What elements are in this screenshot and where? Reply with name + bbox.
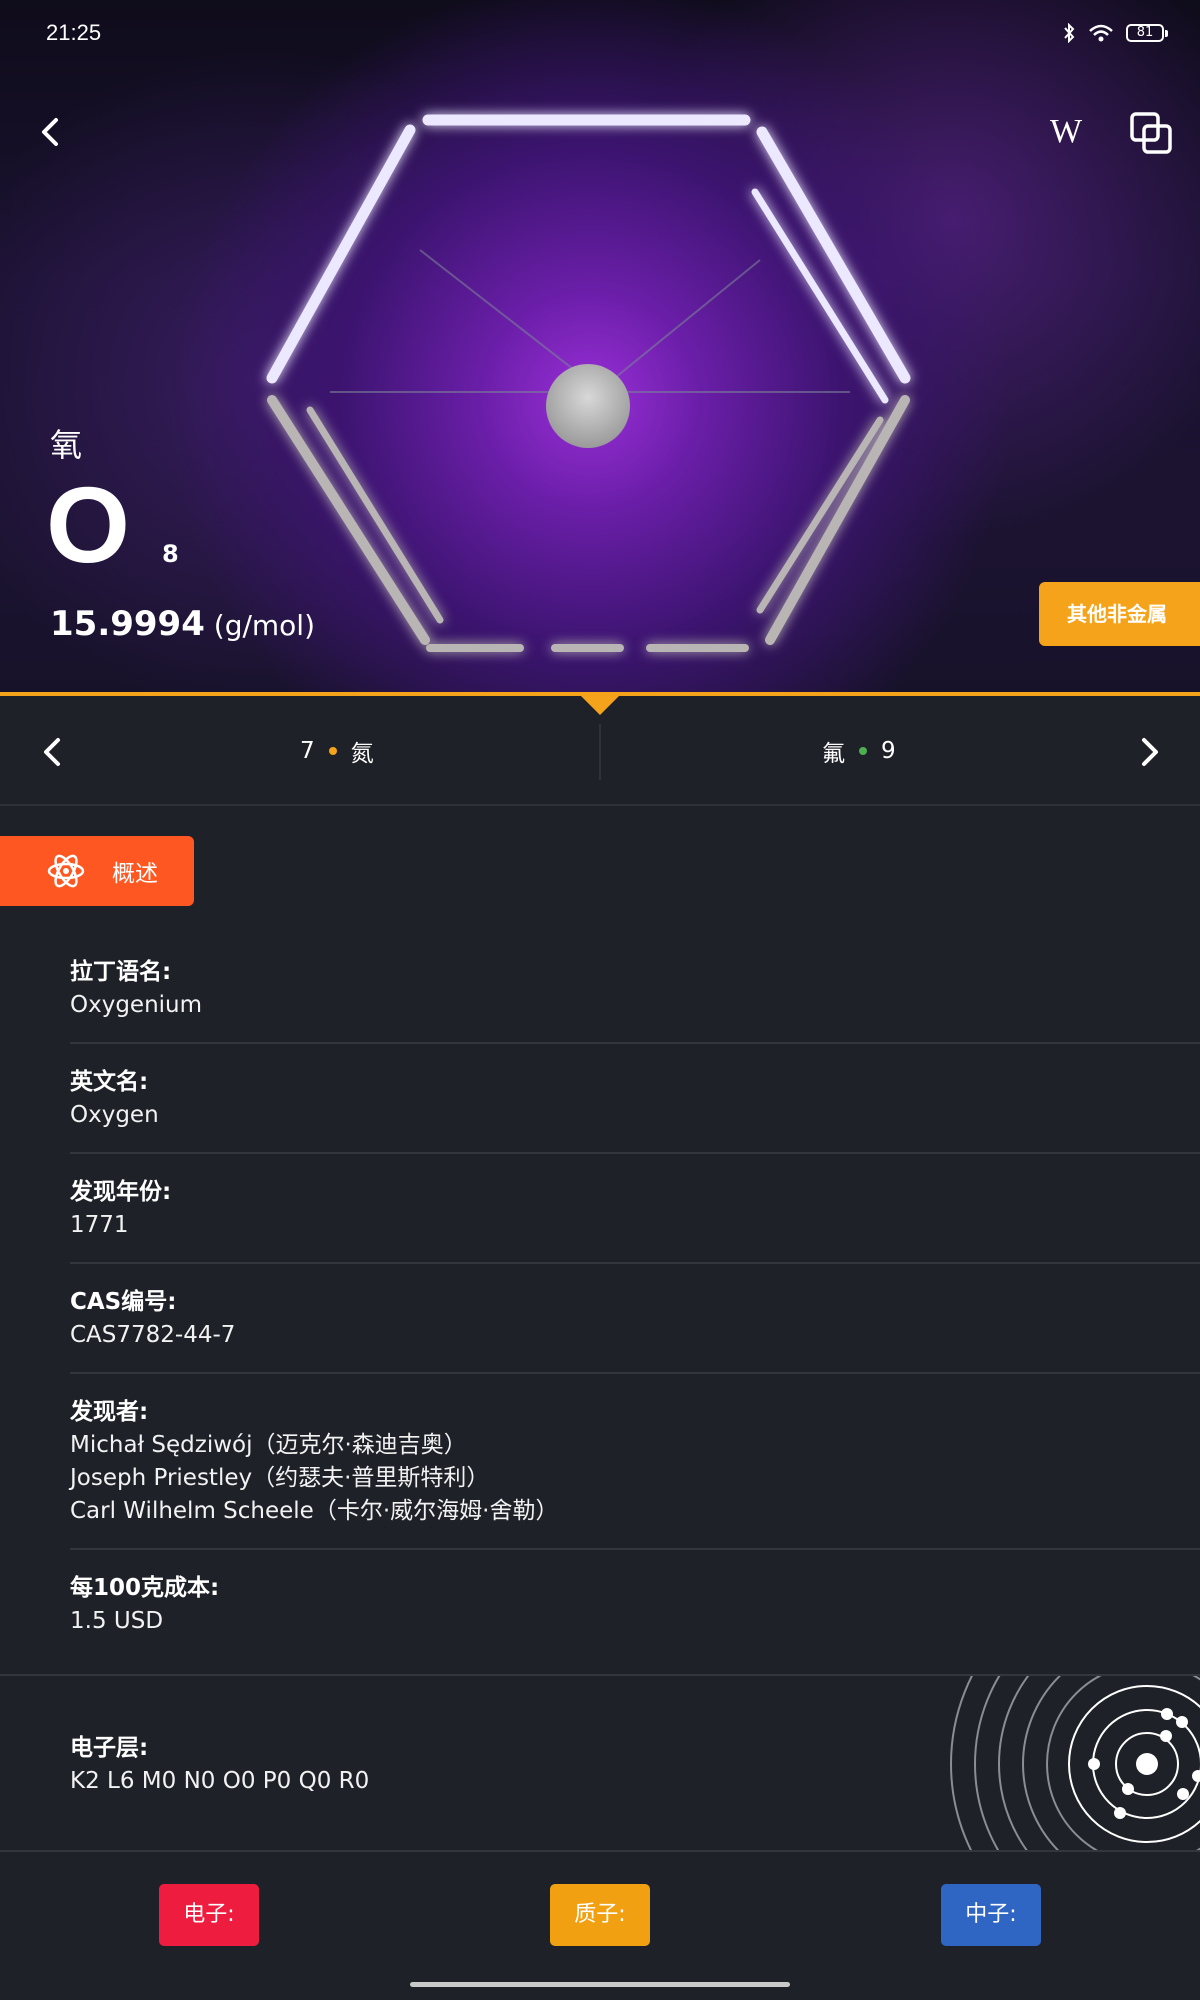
info-value: 1.5 USD: [70, 1608, 164, 1634]
info-label: 英文名:: [70, 1069, 149, 1095]
electron-shells: 电子层: K2 L6 M0 N0 O0 P0 Q0 R0: [0, 1674, 1200, 1852]
home-indicator[interactable]: [410, 1982, 790, 1987]
info-label: 发现者:: [70, 1399, 149, 1425]
info-value: Joseph Priestley（约瑟夫·普里斯特利）: [70, 1465, 490, 1491]
info-discovery-year: 发现年份: 1771: [70, 1176, 1200, 1264]
category-badge[interactable]: 其他非金属: [1039, 582, 1200, 646]
bluetooth-icon: [1064, 23, 1075, 43]
info-english-name: 英文名: Oxygen: [70, 1066, 1200, 1154]
prev-element[interactable]: 7 氮: [300, 734, 374, 768]
battery-icon: 81: [1126, 24, 1168, 42]
electron-shells-text: 电子层: K2 L6 M0 N0 O0 P0 Q0 R0: [70, 1732, 369, 1798]
info-label: 拉丁语名:: [70, 959, 172, 985]
neutron-button[interactable]: 中子:: [941, 1884, 1041, 1946]
electron-button[interactable]: 电子:: [159, 1884, 259, 1946]
info-value: CAS7782-44-7: [70, 1322, 236, 1348]
prev-element-number: 7: [300, 738, 315, 764]
wikipedia-button[interactable]: W: [1044, 110, 1088, 154]
atomic-mass-unit: (g/mol): [213, 609, 316, 642]
wifi-icon: [1089, 24, 1113, 42]
next-element-number: 9: [881, 738, 896, 764]
info-value: Carl Wilhelm Scheele（卡尔·威尔海姆·舍勒）: [70, 1498, 559, 1524]
info-cas-number: CAS编号: CAS7782-44-7: [70, 1286, 1200, 1374]
hexagon-illustration: [266, 114, 911, 652]
info-label: CAS编号:: [70, 1289, 177, 1315]
nav-divider: [599, 724, 601, 780]
element-name: 氧: [50, 426, 83, 464]
atomic-number: 8: [162, 540, 179, 568]
next-element-arrow-icon[interactable]: [1134, 732, 1166, 772]
next-element-name: 氟: [822, 741, 845, 767]
prev-element-name: 氮: [350, 741, 374, 767]
atom-icon: [47, 854, 85, 888]
element-symbol: O: [46, 464, 131, 585]
info-value: K2 L6 M0 N0 O0 P0 Q0 R0: [70, 1768, 370, 1794]
next-element-dot: [859, 747, 867, 755]
info-value: 1771: [70, 1212, 129, 1238]
element-hero: 21:25 81 W 氧 O 8 15.9994 (g/mol) 其他非金属: [0, 0, 1200, 694]
status-bar: 21:25 81: [0, 0, 1200, 66]
info-label: 每100克成本:: [70, 1575, 220, 1601]
info-value: Michał Sędziwój（迈克尔·森迪吉奥）: [70, 1432, 467, 1458]
prev-element-dot: [328, 747, 337, 755]
proton-button[interactable]: 质子:: [550, 1884, 650, 1946]
back-button[interactable]: [30, 112, 70, 152]
prev-element-arrow-icon[interactable]: [36, 732, 68, 772]
info-latin-name: 拉丁语名: Oxygenium: [70, 956, 1200, 1044]
element-navigation: 7 氮 氟 9: [0, 696, 1200, 806]
atom-shell-diagram-icon: [950, 1676, 1200, 1850]
info-label: 电子层:: [70, 1735, 149, 1761]
info-cost: 每100克成本: 1.5 USD: [70, 1572, 1200, 1674]
info-discoverers: 发现者: Michał Sędziwój（迈克尔·森迪吉奥） Joseph Pr…: [70, 1396, 1200, 1550]
status-time: 21:25: [46, 20, 102, 45]
atomic-mass-value: 15.9994: [50, 604, 205, 644]
info-value: Oxygenium: [70, 992, 203, 1018]
tab-overview-label: 概述: [112, 861, 158, 887]
info-value: Oxygen: [70, 1102, 159, 1128]
status-icons: 81: [1062, 23, 1168, 43]
info-label: 发现年份:: [70, 1179, 172, 1205]
tab-overview[interactable]: 概述: [0, 836, 194, 906]
atomic-mass: 15.9994 (g/mol): [50, 604, 315, 644]
copy-icon[interactable]: [1128, 110, 1174, 156]
next-element[interactable]: 氟 9: [822, 734, 896, 768]
